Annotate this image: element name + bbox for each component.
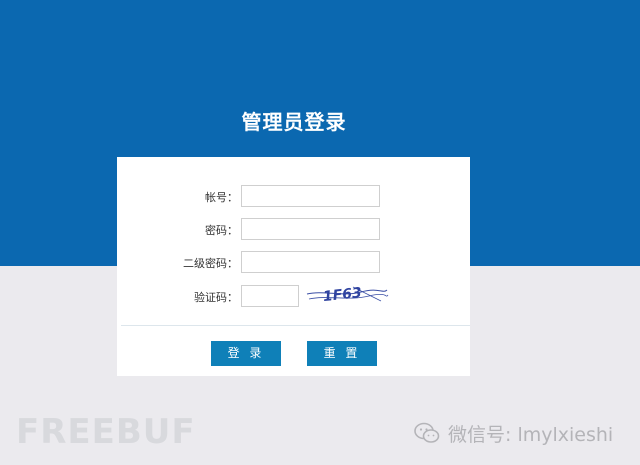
freebuf-watermark: FREEBUF — [16, 412, 196, 452]
second-password-row: 二级密码： — [117, 251, 470, 275]
wechat-watermark: 微信号: lmylxieshi — [414, 418, 613, 448]
password-label: 密码： — [205, 224, 238, 237]
captcha-text: 1F63 — [322, 285, 362, 305]
wechat-id-text: 微信号: lmylxieshi — [448, 423, 614, 446]
captcha-label: 验证码： — [194, 291, 238, 304]
account-label: 帐号： — [205, 191, 238, 204]
page-title: 管理员登录 — [241, 110, 347, 134]
password-row: 密码： — [117, 218, 470, 242]
login-card: 帐号： 密码： 二级密码： 验证码： 1F63 登 录 重 置 — [117, 157, 470, 376]
login-button[interactable]: 登 录 — [211, 341, 281, 366]
account-input[interactable] — [241, 185, 380, 207]
captcha-image[interactable]: 1F63 — [303, 281, 389, 309]
account-row: 帐号： — [117, 185, 470, 209]
second-password-input[interactable] — [241, 251, 380, 273]
captcha-row: 验证码： 1F63 — [117, 285, 470, 309]
captcha-input[interactable] — [241, 285, 299, 307]
password-input[interactable] — [241, 218, 380, 240]
reset-button[interactable]: 重 置 — [307, 341, 377, 366]
form-divider — [121, 325, 470, 326]
wechat-icon — [414, 422, 440, 443]
second-password-label: 二级密码： — [183, 257, 238, 270]
